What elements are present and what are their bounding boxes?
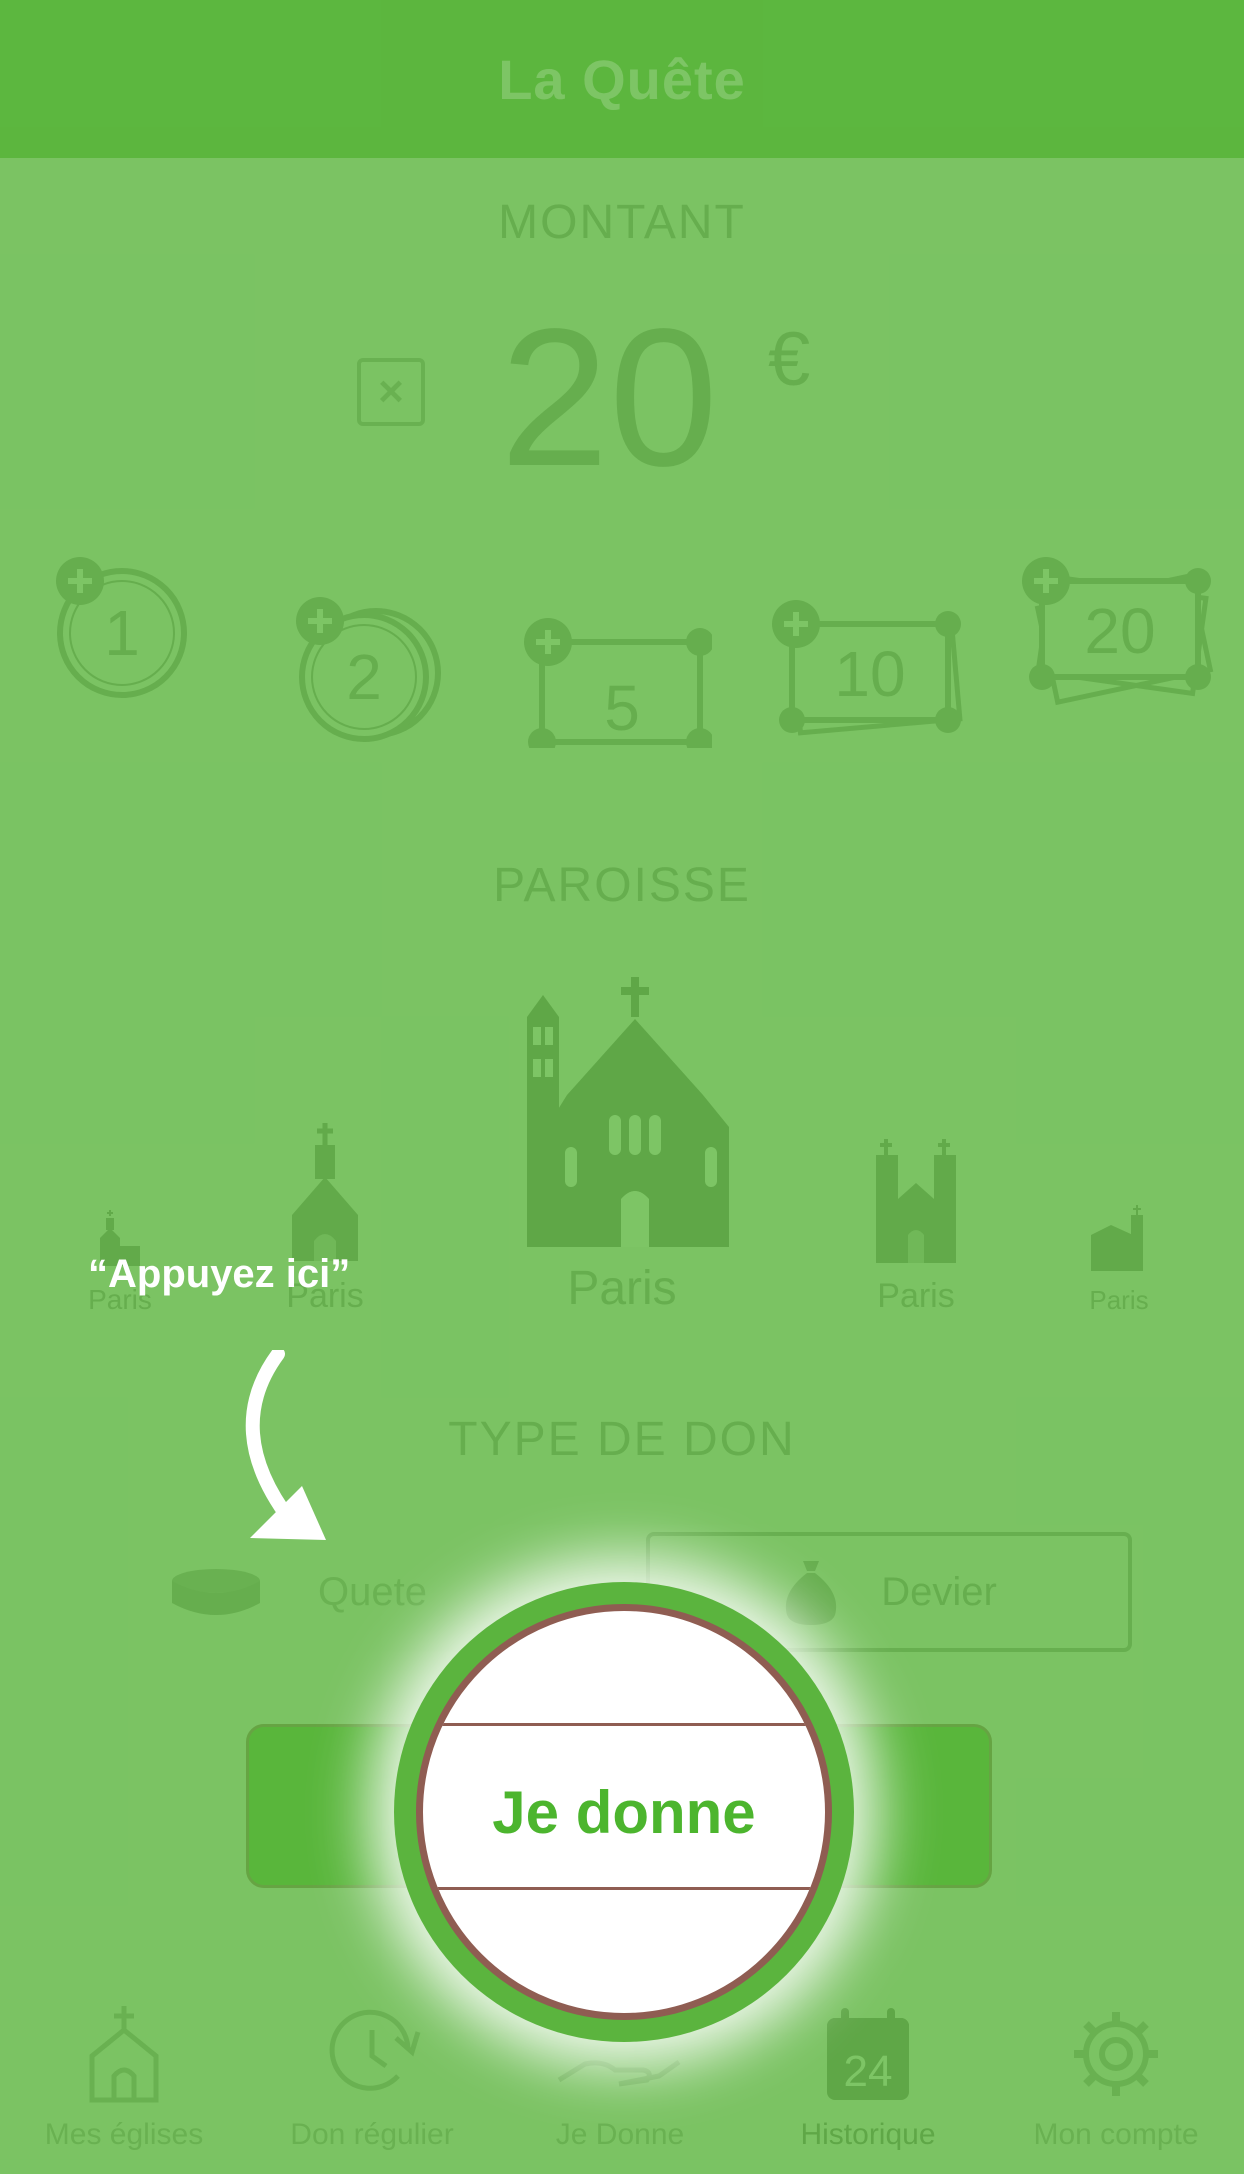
parish-label: Paris bbox=[877, 1277, 955, 1315]
banknote-icon: 5 bbox=[524, 618, 712, 748]
tab-mon-compte[interactable]: Mon compte bbox=[992, 1964, 1240, 2174]
banknotes-icon: 10 bbox=[772, 600, 963, 736]
quick-add-value: 10 bbox=[834, 638, 905, 710]
tab-label: Je Donne bbox=[555, 2118, 685, 2151]
amount-section-title: MONTANT bbox=[498, 196, 746, 249]
church-icon bbox=[89, 2006, 159, 2103]
tab-label: Don régulier bbox=[290, 2118, 454, 2151]
donation-type-section-title: TYPE DE DON bbox=[448, 1413, 796, 1466]
parish-label: Paris bbox=[567, 1262, 677, 1315]
donation-type-label: Devier bbox=[881, 1569, 997, 1614]
banknotes-stack-icon: 20 bbox=[1022, 557, 1214, 706]
coin-stack-icon bbox=[172, 1569, 260, 1615]
clear-amount-button[interactable]: × bbox=[357, 358, 425, 426]
tab-label: Historique bbox=[800, 2118, 936, 2151]
coin-icon: 1 bbox=[56, 557, 187, 698]
add-2-coin-button[interactable]: 2 bbox=[292, 595, 452, 745]
add-1-coin-button[interactable]: 1 bbox=[52, 555, 202, 705]
gear-icon bbox=[1074, 2012, 1158, 2096]
amount-display: × 20 € bbox=[0, 290, 1244, 510]
parish-item-selected[interactable]: Paris bbox=[502, 977, 742, 1316]
recurring-clock-icon bbox=[329, 2009, 421, 2091]
parish-item[interactable]: Paris bbox=[1084, 1205, 1154, 1316]
quick-add-value: 5 bbox=[604, 672, 640, 744]
add-10-notes-button[interactable]: 10 bbox=[770, 600, 970, 740]
add-5-note-button[interactable]: 5 bbox=[522, 618, 712, 748]
quick-add-value: 20 bbox=[1084, 595, 1155, 667]
give-button-spotlight[interactable]: Je donne bbox=[394, 1582, 854, 2042]
tab-label: Mon compte bbox=[1033, 2118, 1199, 2151]
parish-section-title: PAROISSE bbox=[493, 859, 751, 912]
parish-label: Paris bbox=[1089, 1285, 1149, 1315]
coins-icon: 2 bbox=[296, 597, 441, 742]
cathedral-icon bbox=[527, 977, 729, 1247]
currency-symbol: € bbox=[768, 317, 811, 402]
parish-item[interactable]: Paris bbox=[868, 1139, 964, 1316]
basilica-icon bbox=[876, 1139, 956, 1263]
add-20-notes-button[interactable]: 20 bbox=[1020, 555, 1220, 715]
calendar-day: 24 bbox=[844, 2047, 893, 2096]
calendar-icon: 24 bbox=[827, 2008, 909, 2100]
donation-type-label: Quete bbox=[318, 1569, 427, 1614]
quick-add-value: 1 bbox=[104, 597, 140, 669]
app-logo: La Quête bbox=[498, 47, 746, 111]
spotlight-inner: Je donne bbox=[416, 1604, 832, 2020]
close-icon: × bbox=[378, 367, 404, 416]
tab-mes-eglises[interactable]: Mes églises bbox=[0, 1964, 248, 2174]
tutorial-hint: “Appuyez ici” bbox=[88, 1252, 351, 1296]
give-button-label[interactable]: Je donne bbox=[423, 1611, 825, 2013]
tab-label: Mes églises bbox=[44, 2118, 204, 2151]
chapel-icon bbox=[292, 1123, 358, 1261]
amount-value: 20 bbox=[500, 288, 719, 507]
quick-add-value: 2 bbox=[346, 641, 382, 713]
curved-arrow-icon bbox=[245, 1350, 326, 1540]
app-header: La Quête bbox=[0, 0, 1244, 158]
church-building-icon bbox=[1091, 1205, 1143, 1271]
